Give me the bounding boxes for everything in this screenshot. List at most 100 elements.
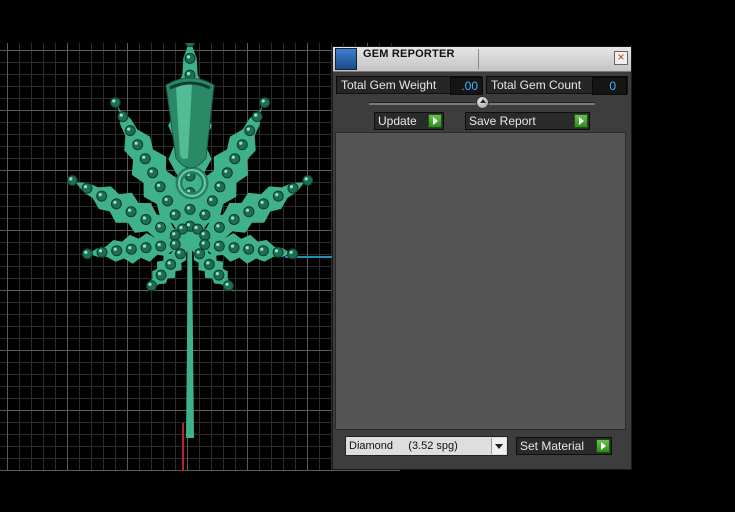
gem-dot <box>169 239 181 250</box>
gem-dot <box>147 167 159 179</box>
gem-highlight <box>179 225 183 230</box>
gem-highlight <box>167 261 171 265</box>
gem-highlight <box>119 113 123 117</box>
gem-dot <box>81 182 93 194</box>
gem-highlight <box>177 250 181 254</box>
gem-highlight <box>186 223 191 227</box>
gem-highlight <box>157 224 161 228</box>
gem-highlight <box>84 250 88 254</box>
play-icon[interactable] <box>428 114 442 128</box>
gem-dot <box>213 269 225 281</box>
gem-highlight <box>186 55 191 59</box>
gem-highlight <box>172 211 176 215</box>
play-icon[interactable] <box>574 114 588 128</box>
total-gem-count-label: Total Gem Count <box>491 78 582 92</box>
gem-highlight <box>246 127 250 131</box>
gem-dot <box>155 221 167 233</box>
gem-highlight <box>98 249 103 253</box>
gem-highlight <box>289 185 294 189</box>
gem-highlight <box>142 244 147 248</box>
set-material-button-label: Set Material <box>520 439 585 453</box>
gem-dot <box>165 258 177 270</box>
gem-dot <box>111 245 123 257</box>
gem-highlight <box>201 241 205 245</box>
gem-highlight <box>260 247 264 251</box>
gem-highlight <box>149 169 153 173</box>
gem-highlight <box>304 177 308 181</box>
gem-highlight <box>206 261 210 265</box>
gem-dot <box>223 280 234 292</box>
gem-dot <box>251 111 263 123</box>
gem-dot <box>229 153 241 165</box>
app-icon <box>335 48 357 70</box>
gem-reporter-panel: GEM REPORTER × Total Gem Weight .00 Tota… <box>332 46 632 470</box>
gem-highlight <box>134 141 138 145</box>
gem-dot <box>125 243 137 255</box>
gem-dot <box>140 242 152 254</box>
material-dropdown[interactable]: Diamond (3.52 spg) <box>345 436 508 456</box>
close-icon[interactable]: × <box>614 51 628 65</box>
gem-highlight <box>158 272 162 276</box>
slider-thumb[interactable] <box>476 96 489 109</box>
gem-highlight <box>216 224 220 228</box>
set-material-button[interactable]: Set Material <box>516 437 612 455</box>
total-gem-count-value: 0 <box>592 77 627 95</box>
gem-highlight <box>245 246 249 250</box>
gem-highlight <box>172 232 176 236</box>
gem-highlight <box>274 249 279 253</box>
gem-highlight <box>254 113 258 117</box>
gem-dot <box>155 269 167 281</box>
gem-dot <box>184 203 196 215</box>
gem-dot <box>272 190 284 202</box>
panel-titlebar[interactable]: GEM REPORTER × <box>333 47 631 72</box>
gem-dot <box>228 214 240 225</box>
gem-highlight <box>113 200 117 204</box>
gem-highlight <box>209 197 213 201</box>
gem-dot <box>258 198 270 210</box>
gem-highlight <box>201 232 205 236</box>
gem-highlight <box>239 141 243 145</box>
gem-dot <box>243 243 255 255</box>
total-gem-weight-label: Total Gem Weight <box>341 78 437 92</box>
gem-highlight <box>231 216 235 220</box>
gem-dot <box>199 209 211 221</box>
gem-highlight <box>275 193 279 197</box>
update-button-label: Update <box>378 114 417 128</box>
dropdown-arrow-icon[interactable] <box>491 438 506 454</box>
gem-results-list[interactable] <box>335 132 626 430</box>
gem-dot <box>96 190 108 202</box>
gem-highlight <box>83 185 88 189</box>
gem-dot <box>302 174 314 186</box>
total-gem-weight-value: .00 <box>450 77 483 95</box>
gem-highlight <box>215 272 219 276</box>
gem-dot <box>139 153 151 165</box>
gem-dot <box>162 195 174 207</box>
gem-dot <box>110 198 122 210</box>
gem-highlight <box>128 208 132 212</box>
gem-dot <box>124 125 136 137</box>
gem-dot <box>213 221 225 233</box>
gem-dot <box>203 258 215 270</box>
play-icon[interactable] <box>596 439 610 453</box>
save-report-button[interactable]: Save Report <box>465 112 590 130</box>
gem-dot <box>213 240 225 252</box>
gem-dot <box>140 214 152 225</box>
gem-dot <box>272 246 284 258</box>
title-divider <box>478 49 479 69</box>
gem-dot <box>184 52 196 64</box>
gem-highlight <box>69 177 73 181</box>
gem-dot <box>228 242 240 254</box>
gem-highlight <box>231 155 235 159</box>
gem-dot <box>206 195 218 207</box>
gem-highlight <box>245 208 249 212</box>
gem-dot <box>259 97 271 108</box>
gem-highlight <box>128 246 132 250</box>
gem-highlight <box>164 197 168 201</box>
gem-highlight <box>196 250 200 254</box>
gem-dot <box>169 229 181 241</box>
gem-dot <box>184 43 196 48</box>
gem-dot <box>199 239 211 250</box>
gem-highlight <box>230 244 235 248</box>
update-button[interactable]: Update <box>374 112 444 130</box>
panel-title: GEM REPORTER <box>363 48 455 60</box>
